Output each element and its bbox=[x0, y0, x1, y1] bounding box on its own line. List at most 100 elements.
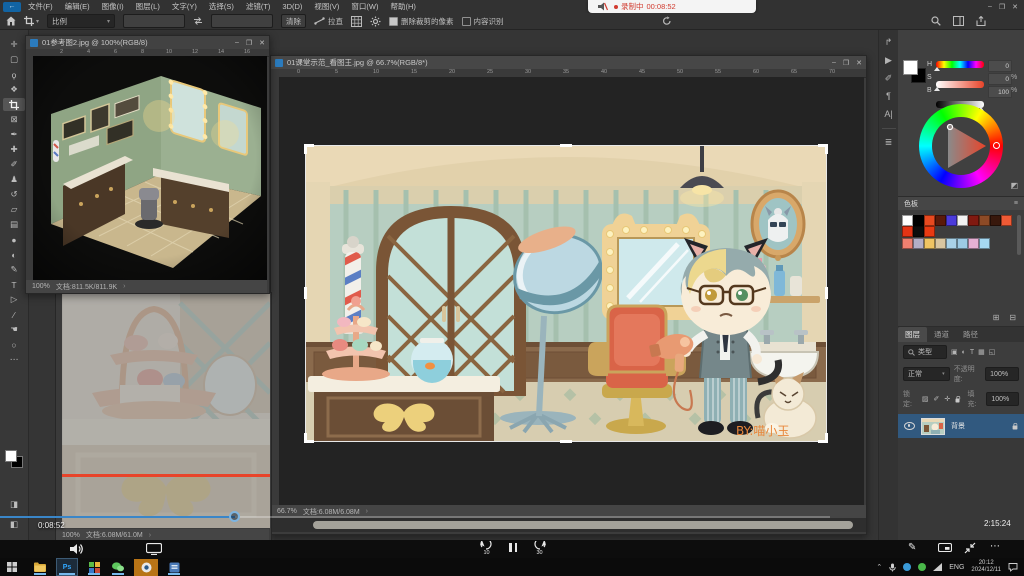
menu-type[interactable]: 文字(Y) bbox=[172, 1, 197, 12]
horizontal-scrollbar[interactable] bbox=[313, 521, 853, 529]
panel-fg-bg-swatches[interactable] bbox=[903, 60, 925, 82]
taskbar-recorder-app[interactable] bbox=[134, 559, 158, 576]
tab-layers[interactable]: 图层 bbox=[898, 327, 927, 342]
crop-handle-icon[interactable] bbox=[560, 440, 572, 443]
color-swatch[interactable] bbox=[913, 238, 924, 249]
tool-stamp[interactable]: ♟ bbox=[3, 173, 25, 186]
zoom-level[interactable]: 66.7% bbox=[277, 508, 297, 515]
menu-help[interactable]: 帮助(H) bbox=[391, 1, 416, 12]
panel-menu-icon[interactable]: ≡ bbox=[1014, 200, 1018, 207]
crop-settings-gear-icon[interactable] bbox=[370, 16, 381, 27]
color-swatch[interactable] bbox=[968, 215, 979, 226]
color-swatch[interactable] bbox=[902, 215, 913, 226]
tray-clock[interactable]: 20:12 2024/12/11 bbox=[971, 560, 1001, 574]
color-swatch[interactable] bbox=[913, 215, 924, 226]
skip-back-button[interactable]: 10 bbox=[480, 541, 493, 556]
status-arrow-icon[interactable]: › bbox=[123, 283, 125, 290]
canvas-area-reference[interactable] bbox=[33, 56, 267, 280]
doc-restore-button[interactable]: ❐ bbox=[843, 59, 849, 67]
straighten-button[interactable]: 拉直 bbox=[314, 16, 343, 27]
more-options-icon[interactable]: ⋯ bbox=[990, 541, 1001, 552]
tool-edit-toolbar[interactable]: ⋯ bbox=[3, 353, 25, 366]
tool-move[interactable]: ✛ bbox=[3, 38, 25, 51]
crop-handle-icon[interactable] bbox=[304, 144, 307, 154]
taskbar-photos-app[interactable] bbox=[86, 559, 102, 575]
history-panel-icon[interactable]: ↱ bbox=[885, 38, 893, 47]
zoom-level[interactable]: 100% bbox=[32, 283, 50, 290]
player-progress-handle-icon[interactable] bbox=[229, 511, 240, 522]
color-swatch[interactable] bbox=[902, 226, 913, 237]
tool-healing[interactable]: ✚ bbox=[3, 143, 25, 156]
hue-slider[interactable] bbox=[936, 61, 984, 68]
crop-ratio-select[interactable]: 比例▾ bbox=[47, 14, 115, 28]
filter-pixel-icon[interactable]: ▣ bbox=[951, 349, 958, 356]
color-wheel[interactable] bbox=[919, 104, 1003, 188]
color-swatch[interactable] bbox=[935, 238, 946, 249]
reset-icon[interactable] bbox=[662, 16, 672, 26]
menu-image[interactable]: 图像(I) bbox=[102, 1, 124, 12]
actions-panel-icon[interactable]: ▶ bbox=[885, 56, 892, 65]
clear-button[interactable]: 清除 bbox=[281, 14, 306, 28]
artwork-canvas[interactable]: BY:喵小玉 bbox=[306, 146, 826, 441]
tool-pen[interactable]: ✎ bbox=[3, 263, 25, 276]
screen-mode-button[interactable]: ◧ bbox=[3, 518, 25, 531]
taskbar-app-blue[interactable] bbox=[166, 559, 182, 575]
tray-network-icon[interactable] bbox=[933, 563, 942, 571]
content-aware-checkbox[interactable]: 内容识别 bbox=[462, 16, 504, 27]
crop-width-input[interactable] bbox=[123, 14, 185, 28]
document-reference-titlebar[interactable]: 01参考图2.jpg @ 100%(RGB/8) –❐✕ bbox=[26, 36, 269, 49]
foreground-color-swatch[interactable] bbox=[903, 60, 918, 75]
tab-channels[interactable]: 通道 bbox=[927, 327, 956, 342]
skip-forward-button[interactable]: 30 bbox=[533, 541, 546, 556]
foreground-color-swatch[interactable] bbox=[5, 450, 17, 462]
menu-select[interactable]: 选择(S) bbox=[209, 1, 234, 12]
tool-blur[interactable]: ● bbox=[3, 233, 25, 246]
properties-panel-icon[interactable]: ≣ bbox=[885, 138, 893, 147]
document-window-detail[interactable]: 100% 文档:6.08M/61.0M › bbox=[55, 292, 272, 542]
tray-expand-icon[interactable]: ⌃ bbox=[876, 563, 882, 571]
color-picker-toggle-icon[interactable]: ◩ bbox=[1010, 182, 1018, 190]
crop-handle-icon[interactable] bbox=[304, 287, 307, 299]
new-swatch-icon[interactable]: ⊞ bbox=[993, 314, 1000, 322]
tool-line[interactable]: ∕ bbox=[3, 308, 25, 321]
menu-filter[interactable]: 滤镜(T) bbox=[246, 1, 271, 12]
menu-window[interactable]: 窗口(W) bbox=[351, 1, 378, 12]
doc-close-button[interactable]: ✕ bbox=[259, 39, 265, 47]
document-main-titlebar[interactable]: 01课堂示范_看图王.jpg @ 66.7%(RGB/8*) –❐✕ bbox=[271, 56, 866, 69]
foreground-background-swatches[interactable] bbox=[5, 450, 23, 468]
tool-lasso[interactable]: ϙ bbox=[3, 68, 25, 81]
canvas-area-detail[interactable] bbox=[62, 293, 270, 528]
blend-mode-select[interactable]: 正常▾ bbox=[903, 367, 950, 381]
notification-center-icon[interactable] bbox=[1008, 563, 1018, 572]
crop-handle-icon[interactable] bbox=[825, 433, 828, 443]
tool-zoom[interactable]: ○ bbox=[3, 338, 25, 351]
tool-type[interactable]: T bbox=[3, 278, 25, 291]
crop-tool-preset[interactable]: ▾ bbox=[24, 16, 39, 26]
taskbar-file-explorer[interactable] bbox=[32, 559, 48, 575]
color-swatch[interactable] bbox=[946, 238, 957, 249]
color-swatch[interactable] bbox=[935, 215, 946, 226]
tool-gradient[interactable]: ▤ bbox=[3, 218, 25, 231]
tool-eraser[interactable]: ▱ bbox=[3, 203, 25, 216]
color-swatch[interactable] bbox=[979, 238, 990, 249]
taskbar-photoshop[interactable]: Ps bbox=[56, 558, 78, 576]
menu-layer[interactable]: 图层(L) bbox=[136, 1, 160, 12]
color-swatch[interactable] bbox=[902, 238, 913, 249]
tray-microphone-icon[interactable] bbox=[889, 563, 896, 572]
share-icon[interactable] bbox=[976, 16, 986, 26]
player-progress-track[interactable] bbox=[0, 515, 1024, 519]
shrink-window-icon[interactable] bbox=[964, 542, 976, 554]
filter-type-icon[interactable]: T bbox=[970, 349, 974, 356]
color-swatch[interactable] bbox=[979, 215, 990, 226]
color-swatch[interactable] bbox=[968, 238, 979, 249]
start-button[interactable] bbox=[4, 559, 20, 575]
swap-dimensions-icon[interactable] bbox=[193, 17, 203, 25]
tab-paths[interactable]: 路径 bbox=[956, 327, 985, 342]
crop-height-input[interactable] bbox=[211, 14, 273, 28]
status-arrow-icon[interactable]: › bbox=[149, 532, 151, 539]
filter-smart-icon[interactable]: ◱ bbox=[989, 349, 996, 356]
annotate-pencil-icon[interactable]: ✎ bbox=[908, 542, 916, 553]
doc-minimize-button[interactable]: – bbox=[235, 39, 239, 47]
color-swatch[interactable] bbox=[957, 215, 968, 226]
crop-handle-icon[interactable] bbox=[825, 287, 828, 299]
